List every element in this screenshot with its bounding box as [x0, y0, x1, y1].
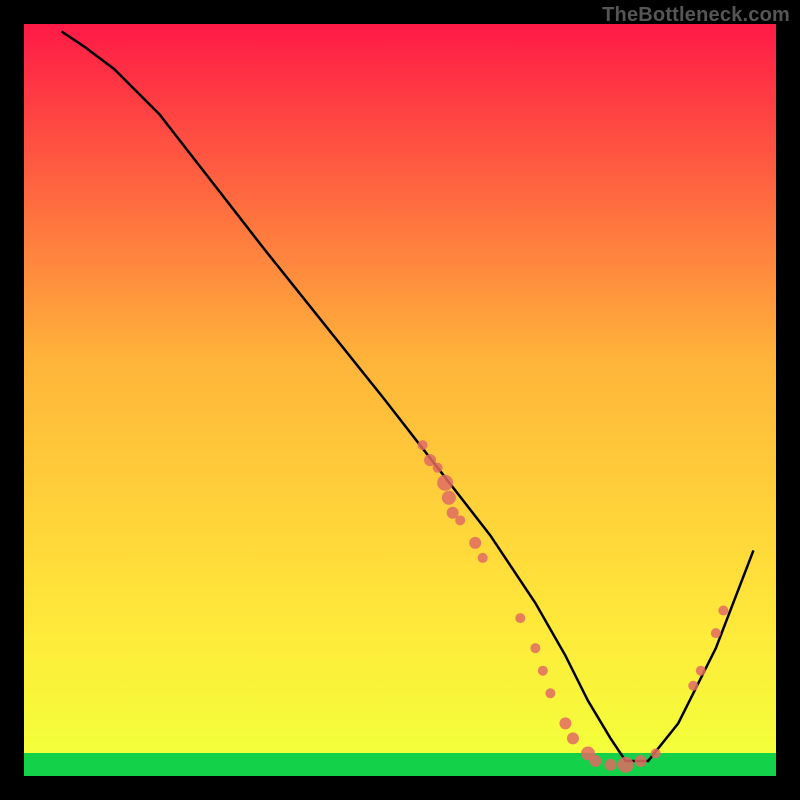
scatter-point	[545, 688, 555, 698]
scatter-point	[538, 666, 548, 676]
scatter-point	[515, 613, 525, 623]
scatter-point	[433, 463, 443, 473]
chart-container: TheBottleneck.com	[0, 0, 800, 800]
scatter-point	[455, 515, 465, 525]
scatter-point	[605, 759, 617, 771]
scatter-point	[718, 606, 728, 616]
scatter-point	[688, 681, 698, 691]
scatter-point	[696, 666, 706, 676]
chart-svg	[0, 0, 800, 800]
scatter-point	[618, 757, 634, 773]
scatter-point	[559, 717, 571, 729]
scatter-point	[530, 643, 540, 653]
scatter-point	[590, 755, 602, 767]
scatter-point	[442, 491, 456, 505]
chart-plot-area	[24, 24, 776, 776]
scatter-point	[567, 732, 579, 744]
scatter-point	[437, 475, 453, 491]
scatter-point	[651, 748, 661, 758]
scatter-point	[478, 553, 488, 563]
scatter-point	[711, 628, 721, 638]
scatter-point	[635, 755, 647, 767]
scatter-point	[418, 440, 428, 450]
scatter-point	[469, 537, 481, 549]
chart-green-band	[24, 753, 776, 776]
watermark-text: TheBottleneck.com	[602, 4, 790, 27]
